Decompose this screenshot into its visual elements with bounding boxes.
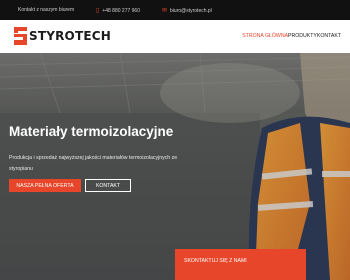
- phone-contact[interactable]: ▯ +48 880 277 960: [96, 7, 140, 15]
- top-info-bar: Kontakt z naszym biurem ▯ +48 880 277 96…: [0, 0, 350, 20]
- hero-description: Produkcja i sprzedaż najwyższej jakości …: [9, 155, 178, 172]
- full-offer-button[interactable]: Nasza pełna oferta: [9, 179, 81, 192]
- contact-us-label: Skontaktuj się z nami: [184, 258, 247, 264]
- contact-button[interactable]: Kontakt: [85, 179, 131, 192]
- main-menu: Strona główna Produkty Kontakt: [242, 33, 341, 39]
- email-contact[interactable]: ✉ biuro@styrotech.pl: [162, 7, 212, 15]
- contact-us-tab[interactable]: Skontaktuj się z nami: [175, 249, 306, 280]
- nav-item-products[interactable]: Produkty: [288, 33, 317, 39]
- hero-title: Materiały termoizolacyjne: [9, 124, 174, 139]
- envelope-icon: ✉: [162, 8, 168, 14]
- nav-item-contact[interactable]: Kontakt: [317, 33, 341, 39]
- phone-icon: ▯: [96, 8, 100, 14]
- hero-banner: Materiały termoizolacyjne Produkcja i sp…: [0, 53, 350, 280]
- main-navbar: STYROTECH Strona główna Produkty Kontakt: [0, 20, 350, 53]
- styrotech-logo-icon: [14, 27, 27, 45]
- office-contact-label: Kontakt z naszym biurem: [18, 7, 75, 13]
- site-logo[interactable]: STYROTECH: [14, 27, 111, 45]
- phone-number: +48 880 277 960: [102, 7, 140, 14]
- nav-item-home[interactable]: Strona główna: [242, 33, 288, 39]
- brand-name: STYROTECH: [29, 29, 111, 43]
- email-address: biuro@styrotech.pl: [170, 7, 212, 14]
